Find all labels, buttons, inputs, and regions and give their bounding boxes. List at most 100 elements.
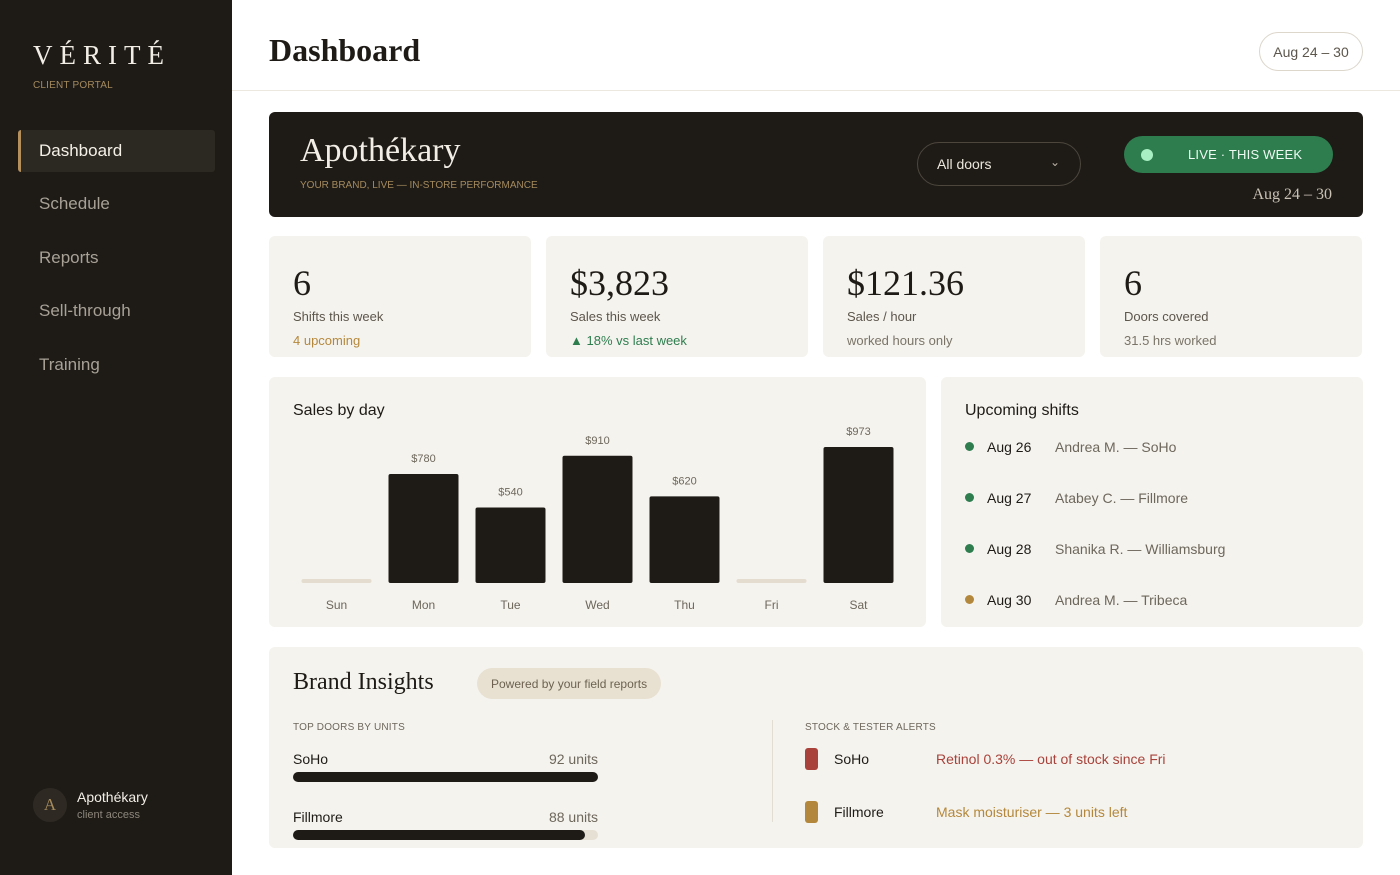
sidebar-item-training[interactable]: Training — [18, 344, 215, 386]
doors-select-value: All doors — [937, 156, 992, 172]
x-tick-wed: Wed — [585, 598, 609, 612]
shift-date: Aug 26 — [987, 438, 1032, 455]
data-label-thu: $620 — [672, 475, 696, 487]
units-bar-fill — [293, 830, 585, 840]
date-range-button[interactable]: Aug 24 – 30 — [1259, 32, 1363, 71]
stat-card-doors: 6 Doors covered 31.5 hrs worked — [1100, 236, 1362, 357]
live-toggle[interactable]: LIVE · THIS WEEK — [1124, 136, 1333, 173]
sales-bar-chart: Sun $780 Mon $540 Tue $910 Wed $620 Thu Fri $973 Sa… — [301, 426, 894, 612]
status-dot-icon — [965, 544, 974, 553]
door-name: Fillmore — [293, 809, 343, 825]
door-units: 92 units — [548, 751, 598, 767]
stat-note: 4 upcoming — [293, 333, 361, 348]
x-tick-sat: Sat — [849, 598, 868, 612]
stat-label: Shifts this week — [293, 309, 384, 324]
shift-row[interactable]: Aug 27 Atabey C. — Fillmore — [965, 490, 1188, 506]
brand-insights-panel: Brand Insights Powered by your field rep… — [269, 647, 1363, 848]
stat-label: Sales this week — [570, 309, 661, 324]
shift-staff-door: Andrea M. — Tribeca — [1055, 591, 1188, 608]
insights-divider — [772, 720, 773, 822]
x-tick-mon: Mon — [412, 598, 435, 612]
stat-card-sales: $3,823 Sales this week ▲ 18% vs last wee… — [546, 236, 808, 357]
units-bar-track — [293, 830, 598, 840]
sales-chart-panel: Sales by day Sun $780 Mon $540 Tue $910 Wed $62… — [269, 377, 926, 627]
bar-fri[interactable] — [736, 579, 807, 583]
sidebar-item-label: Training — [39, 355, 100, 374]
alert-message: Retinol 0.3% — out of stock since Fri — [936, 751, 1166, 767]
status-dot-icon — [965, 595, 974, 604]
stat-note: ▲ 18% vs last week — [570, 333, 687, 348]
sidebar-item-schedule[interactable]: Schedule — [18, 183, 215, 225]
brand-logo: VÉRITÉ — [33, 40, 171, 70]
bar-tue[interactable] — [475, 507, 546, 583]
hero-subtitle: YOUR BRAND, LIVE — IN-STORE PERFORMANCE — [300, 180, 538, 191]
door-units: 88 units — [548, 809, 598, 825]
sidebar-item-dashboard[interactable]: Dashboard — [18, 130, 215, 172]
stat-value: 6 — [293, 263, 311, 303]
alerts-label: STOCK & TESTER ALERTS — [805, 722, 936, 733]
bar-mon[interactable] — [388, 473, 459, 583]
shift-row[interactable]: Aug 30 Andrea M. — Tribeca — [965, 592, 1187, 608]
brand-subtitle: CLIENT PORTAL — [33, 80, 113, 91]
sidebar-item-label: Dashboard — [39, 141, 123, 160]
stat-value: $121.36 — [847, 263, 964, 303]
shift-row[interactable]: Aug 28 Shanika R. — Williamsburg — [965, 541, 1225, 557]
sidebar-item-label: Reports — [39, 248, 99, 267]
shift-staff-door: Andrea M. — SoHo — [1055, 438, 1177, 455]
stock-alert-row[interactable]: Fillmore Mask moisturiser — 3 units left — [805, 801, 1127, 823]
x-tick-sun: Sun — [326, 598, 347, 612]
avatar: A — [33, 788, 67, 822]
stat-value: 6 — [1124, 263, 1142, 303]
user-role: client access — [77, 809, 140, 821]
alert-swatch-icon — [805, 748, 818, 770]
powered-by-badge: Powered by your field reports — [477, 668, 662, 699]
units-bar-track — [293, 772, 598, 782]
user-profile[interactable]: A Apothékary client access — [33, 788, 148, 822]
stock-alert-row[interactable]: SoHo Retinol 0.3% — out of stock since F… — [805, 748, 1166, 770]
data-label-tue: $540 — [498, 487, 522, 499]
chevron-down-icon: ⌄ — [1049, 155, 1060, 169]
x-tick-tue: Tue — [500, 598, 521, 612]
stat-label: Doors covered — [1124, 309, 1209, 324]
stat-note: worked hours only — [847, 333, 953, 348]
data-label-wed: $910 — [585, 435, 609, 447]
sidebar: VÉRITÉ CLIENT PORTAL Dashboard Schedule … — [0, 0, 232, 875]
live-indicator-icon — [1141, 148, 1153, 161]
shift-date: Aug 30 — [987, 591, 1032, 608]
alert-door: Fillmore — [834, 804, 884, 820]
door-name: SoHo — [293, 751, 329, 767]
stat-card-sales-per-hour: $121.36 Sales / hour worked hours only — [823, 236, 1085, 357]
shift-row[interactable]: Aug 26 Andrea M. — SoHo — [965, 439, 1176, 455]
user-name: Apothékary — [77, 789, 148, 805]
alert-message: Mask moisturiser — 3 units left — [936, 804, 1128, 820]
live-label: LIVE · THIS WEEK — [1188, 147, 1303, 162]
shift-staff-door: Shanika R. — Williamsburg — [1055, 540, 1226, 557]
upcoming-title: Upcoming shifts — [965, 402, 1079, 419]
stat-value: $3,823 — [570, 263, 669, 303]
page-title: Dashboard — [269, 32, 421, 68]
shift-staff-door: Atabey C. — Fillmore — [1055, 489, 1189, 506]
data-label-mon: $780 — [411, 453, 435, 465]
shift-date: Aug 27 — [987, 489, 1032, 506]
bar-wed[interactable] — [562, 455, 633, 583]
shift-date: Aug 28 — [987, 540, 1032, 557]
x-tick-thu: Thu — [674, 598, 695, 612]
x-tick-fri: Fri — [765, 598, 779, 612]
status-dot-icon — [965, 442, 974, 451]
sidebar-item-label: Sell-through — [39, 301, 131, 320]
stat-card-shifts: 6 Shifts this week 4 upcoming — [269, 236, 531, 357]
hero-title: Apothékary — [300, 132, 461, 169]
bar-thu[interactable] — [649, 496, 720, 583]
brand-hero: Apothékary YOUR BRAND, LIVE — IN-STORE P… — [269, 112, 1363, 217]
sidebar-item-sell-through[interactable]: Sell-through — [18, 290, 215, 332]
bar-sat[interactable] — [823, 447, 894, 583]
status-dot-icon — [965, 493, 974, 502]
bar-sun[interactable] — [301, 579, 372, 583]
hero-date: Aug 24 – 30 — [1252, 186, 1332, 203]
units-bar-fill — [293, 772, 598, 782]
sidebar-item-label: Schedule — [39, 194, 110, 213]
insights-title: Brand Insights — [293, 669, 434, 695]
sidebar-item-reports[interactable]: Reports — [18, 237, 215, 279]
header-divider — [232, 90, 1400, 91]
doors-select[interactable]: All doors ⌄ — [917, 142, 1081, 186]
